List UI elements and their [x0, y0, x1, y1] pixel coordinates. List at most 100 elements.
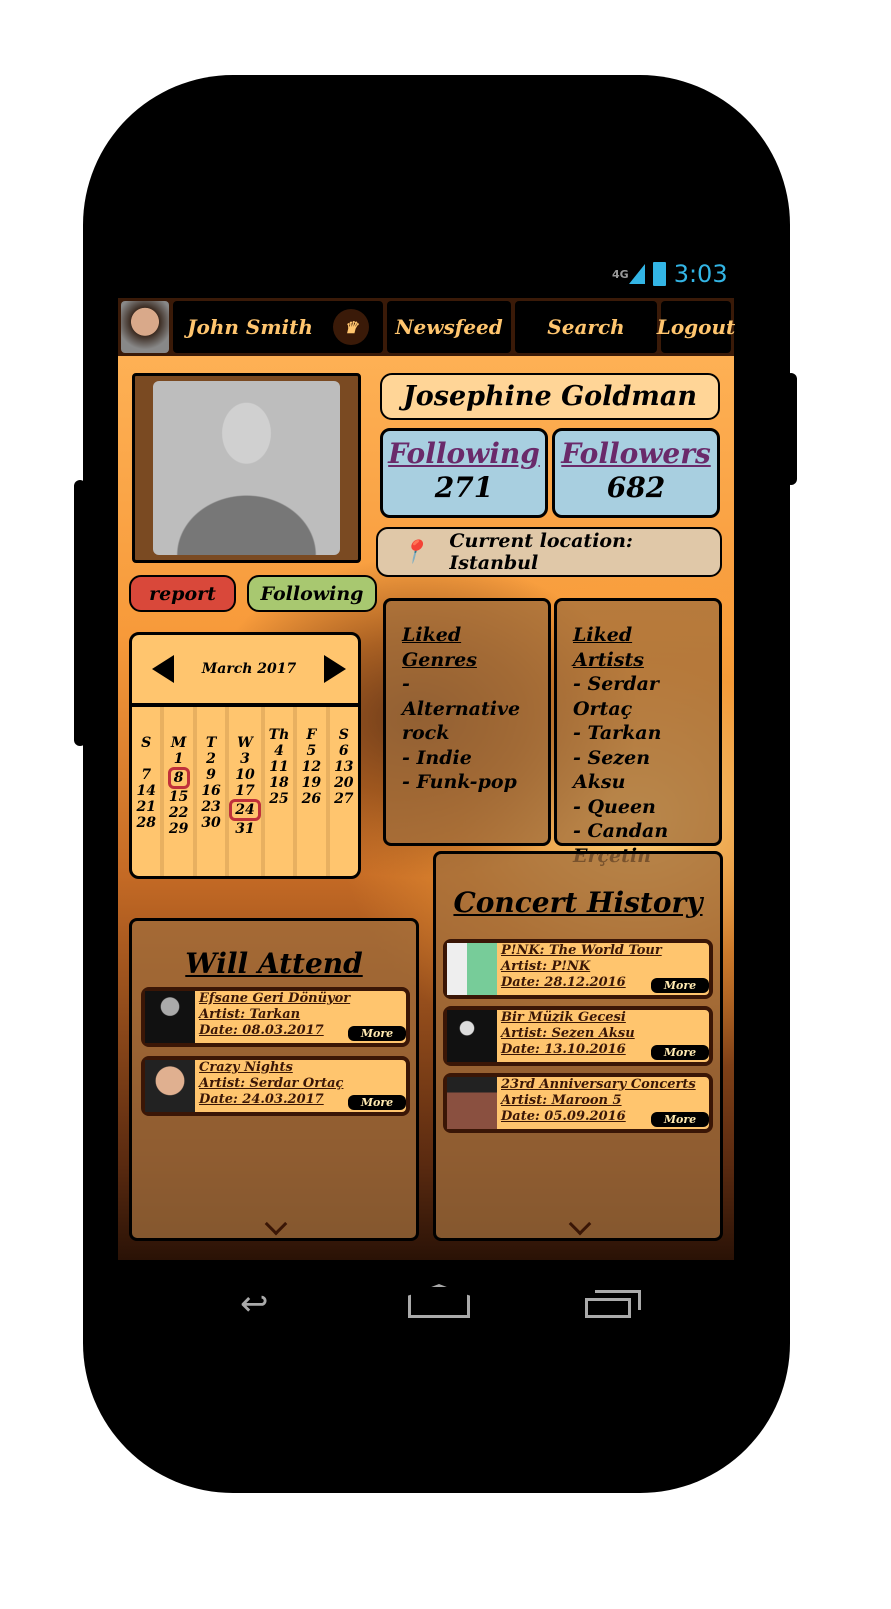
- expand-chevron-icon[interactable]: [568, 1212, 592, 1236]
- artist-thumbnail: [447, 1077, 497, 1129]
- calendar-column: S 6 13 20 27: [330, 707, 358, 876]
- calendar-date[interactable]: 5: [307, 743, 317, 759]
- user-avatar[interactable]: [121, 301, 169, 353]
- concert-date: Date: 28.12.2016: [501, 975, 626, 990]
- calendar-date[interactable]: 4: [274, 743, 284, 759]
- calendar-header: March 2017: [132, 635, 358, 707]
- calendar-date[interactable]: 1: [174, 751, 184, 767]
- concert-card[interactable]: Efsane Geri Dönüyor Artist: Tarkan Date: 0…: [141, 987, 410, 1047]
- list-item: - Queen: [573, 795, 656, 818]
- calendar-date[interactable]: 29: [169, 821, 188, 837]
- calendar-date[interactable]: 18: [269, 775, 288, 791]
- calendar-date[interactable]: 27: [334, 791, 353, 807]
- concert-history-title: Concert History: [453, 886, 703, 919]
- profile-button[interactable]: John Smith ♛: [173, 301, 383, 353]
- concert-name[interactable]: Crazy Nights: [199, 1060, 343, 1076]
- concert-name[interactable]: Efsane Geri Dönüyor: [199, 991, 350, 1007]
- newsfeed-button[interactable]: Newsfeed: [387, 301, 511, 353]
- followers-stat[interactable]: Followers 682: [552, 428, 720, 518]
- location-box: 📍 Current location: Istanbul: [376, 527, 722, 577]
- calendar-date[interactable]: 22: [169, 805, 188, 821]
- following-label[interactable]: Following: [383, 437, 545, 471]
- location-pin-icon: 📍: [400, 539, 428, 565]
- more-button[interactable]: More: [651, 1045, 709, 1060]
- list-item: - Indie: [402, 746, 472, 769]
- more-button[interactable]: More: [651, 1112, 709, 1127]
- weekday-label: S: [141, 735, 152, 751]
- artist-thumbnail: [145, 1060, 195, 1112]
- calendar-date[interactable]: 17: [235, 783, 254, 799]
- calendar-date[interactable]: 6: [339, 743, 349, 759]
- calendar-date[interactable]: 25: [269, 791, 288, 807]
- list-item: - Sezen Aksu: [573, 746, 651, 794]
- more-button[interactable]: More: [348, 1095, 406, 1110]
- prev-month-arrow-icon[interactable]: [152, 655, 174, 683]
- artist-thumbnail: [145, 991, 195, 1043]
- power-button: [74, 480, 86, 746]
- concert-card[interactable]: 23rd Anniversary Concerts Artist: Maroon …: [443, 1073, 713, 1133]
- concert-date: Date: 13.10.2016: [501, 1042, 626, 1057]
- liked-artists-panel: Liked Artists - Serdar Ortaç - Tarkan - Se…: [554, 598, 722, 867]
- profile-photo-frame: [132, 373, 361, 563]
- logout-button[interactable]: Logout: [657, 301, 735, 353]
- calendar-date[interactable]: 15: [169, 789, 188, 805]
- calendar: March 2017 S 7 14 21 28 M 1 8 15 22 29 T 2 9 16 23 30 W 3 1…: [129, 632, 361, 879]
- crown-logo-icon: ♛: [332, 309, 369, 345]
- followers-label[interactable]: Followers: [555, 437, 717, 471]
- battery-icon: [652, 262, 666, 286]
- more-button[interactable]: More: [651, 978, 709, 993]
- calendar-date[interactable]: 24: [229, 799, 261, 821]
- calendar-date[interactable]: 26: [302, 791, 321, 807]
- calendar-date[interactable]: 14: [136, 783, 155, 799]
- concert-artist: Artist: Serdar Ortaç: [199, 1076, 344, 1091]
- liked-artists-title: Liked Artists: [573, 624, 644, 671]
- calendar-date[interactable]: 2: [206, 751, 216, 767]
- concert-card[interactable]: Bir Müzik Gecesi Artist: Sezen Aksu Date: …: [443, 1006, 713, 1066]
- weekday-label: W: [237, 735, 253, 751]
- more-button[interactable]: More: [348, 1026, 406, 1041]
- calendar-date[interactable]: 11: [269, 759, 288, 775]
- next-month-arrow-icon[interactable]: [324, 655, 346, 683]
- calendar-date[interactable]: 20: [334, 775, 353, 791]
- concert-name[interactable]: Bir Müzik Gecesi: [501, 1010, 635, 1026]
- calendar-column: F 5 12 19 26: [297, 707, 330, 876]
- signal-bars-icon: [628, 264, 645, 284]
- list-item: - Tarkan: [573, 722, 662, 744]
- concert-card[interactable]: P!NK: The World Tour Artist: P!NK Date: 28…: [443, 939, 713, 999]
- list-item: - Alternative rock: [402, 673, 521, 744]
- concert-name[interactable]: P!NK: The World Tour: [501, 943, 662, 959]
- calendar-date[interactable]: 21: [136, 799, 155, 815]
- concert-date: Date: 08.03.2017: [199, 1023, 324, 1038]
- calendar-date[interactable]: 3: [240, 751, 250, 767]
- calendar-date[interactable]: 8: [167, 767, 190, 789]
- weekday-label: F: [306, 727, 317, 743]
- concert-artist: Artist: P!NK: [501, 959, 591, 974]
- concert-card[interactable]: Crazy Nights Artist: Serdar Ortaç Date: 24…: [141, 1056, 410, 1116]
- top-nav: John Smith ♛ Newsfeed Search Logout: [118, 298, 735, 356]
- calendar-date[interactable]: 23: [201, 799, 220, 815]
- calendar-date[interactable]: 12: [302, 759, 321, 775]
- back-button[interactable]: ↩: [240, 1287, 296, 1321]
- search-button[interactable]: Search: [515, 301, 657, 353]
- calendar-date[interactable]: 7: [141, 767, 151, 783]
- liked-genres-panel: Liked Genres - Alternative rock - Indie - …: [383, 598, 551, 846]
- report-button[interactable]: report: [129, 575, 236, 612]
- calendar-date[interactable]: 19: [302, 775, 321, 791]
- calendar-column: T 2 9 16 23 30: [197, 707, 230, 876]
- user-name: John Smith: [187, 315, 313, 339]
- calendar-column: W 3 10 17 24 31: [229, 707, 265, 876]
- expand-chevron-icon[interactable]: [264, 1212, 288, 1236]
- concert-name[interactable]: 23rd Anniversary Concerts: [501, 1077, 696, 1093]
- following-stat[interactable]: Following 271: [380, 428, 548, 518]
- calendar-date[interactable]: 28: [136, 815, 155, 831]
- followers-count: 682: [606, 471, 666, 504]
- volume-button: [785, 373, 797, 485]
- calendar-date[interactable]: 30: [201, 815, 220, 831]
- follow-toggle-button[interactable]: Following: [247, 575, 377, 612]
- calendar-date[interactable]: 9: [206, 767, 216, 783]
- weekday-label: Th: [268, 727, 290, 743]
- calendar-date[interactable]: 10: [235, 767, 254, 783]
- calendar-date[interactable]: 13: [334, 759, 353, 775]
- calendar-date[interactable]: 16: [201, 783, 220, 799]
- calendar-date[interactable]: 31: [235, 821, 254, 837]
